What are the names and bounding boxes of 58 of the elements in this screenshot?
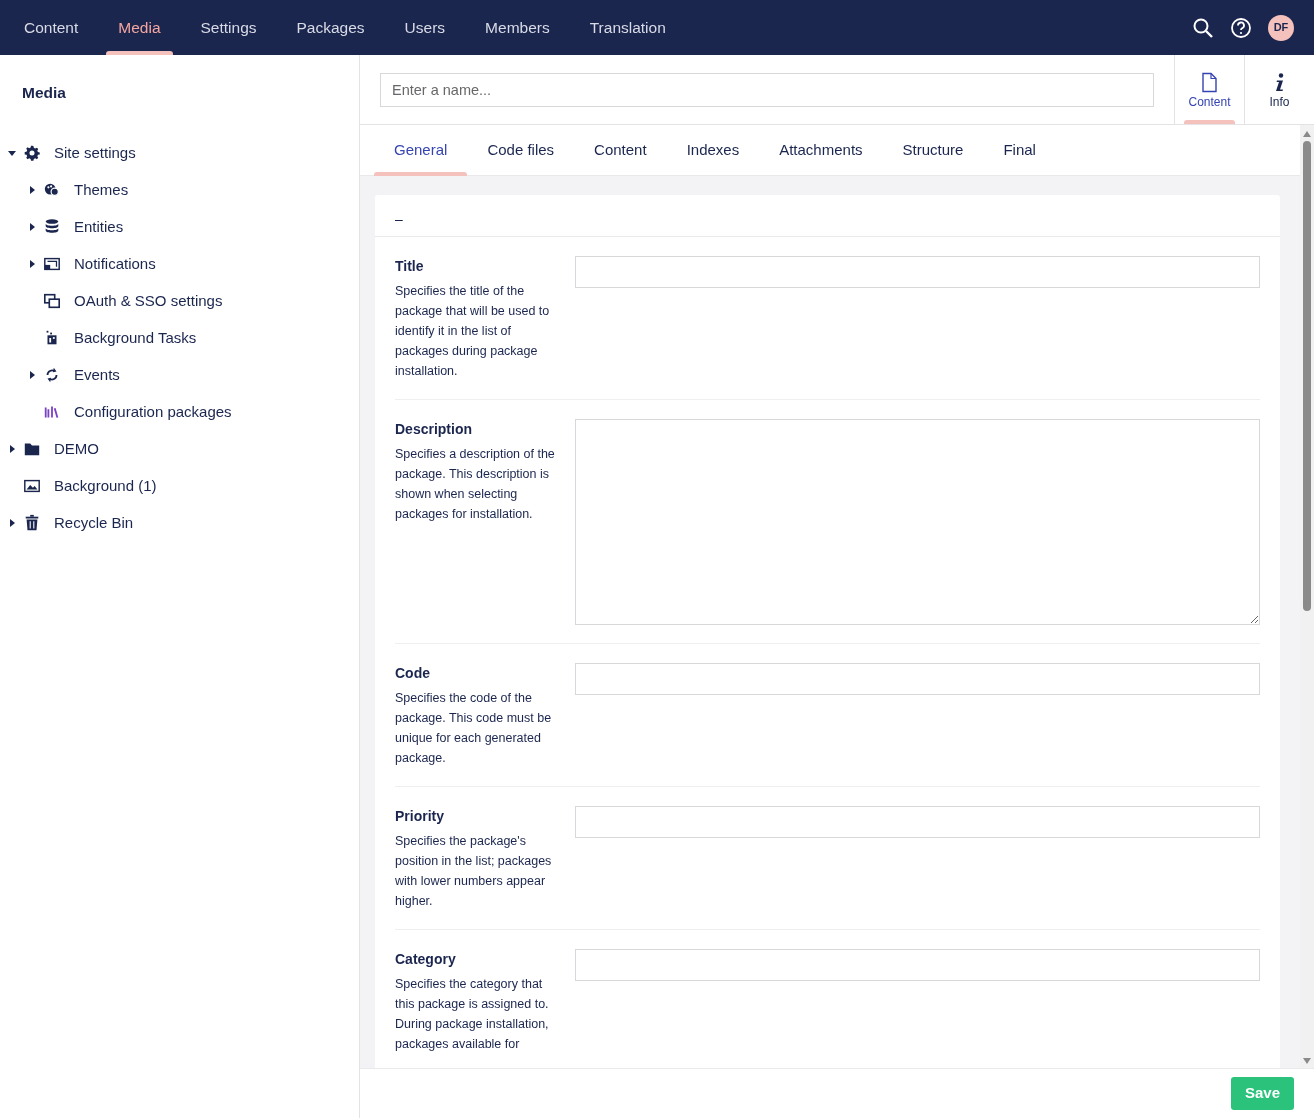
windows-icon xyxy=(42,291,62,310)
field-description: Specifies the title of the package that will be used to identify it in the list of packages during package installation. xyxy=(395,283,551,380)
caret-icon[interactable] xyxy=(8,518,16,527)
tree-item[interactable]: DEMO xyxy=(54,437,99,460)
field-description: Specifies a description of the package. This description is shown when selecting packages for installation. xyxy=(395,446,556,523)
input-field[interactable] xyxy=(575,663,1260,695)
caret-icon[interactable] xyxy=(28,185,36,194)
field-label: Category xyxy=(395,950,457,969)
tree-item[interactable]: Events xyxy=(74,363,120,386)
group-header: – xyxy=(375,195,1280,237)
caret-icon[interactable] xyxy=(8,444,16,453)
textarea-field[interactable] xyxy=(575,419,1260,625)
scroll-down-icon xyxy=(1303,1058,1311,1064)
sidebar-title: Media xyxy=(21,83,67,103)
content-tab[interactable]: General xyxy=(374,125,468,175)
field-label: Description xyxy=(395,420,473,439)
tree-item[interactable]: Site settings xyxy=(54,141,136,164)
section-tab[interactable]: Content xyxy=(4,0,99,55)
content-tab[interactable]: Content xyxy=(574,125,667,175)
field-label: Title xyxy=(395,257,425,276)
content-tab[interactable]: Attachments xyxy=(759,125,883,175)
tree-item[interactable]: Background (1) xyxy=(54,474,157,497)
content-tab[interactable]: Final xyxy=(983,125,1056,175)
tree-item[interactable]: Themes xyxy=(74,178,129,201)
search-icon xyxy=(1192,16,1214,39)
tree-item[interactable]: Background Tasks xyxy=(74,326,197,349)
field-description: Specifies the package's position in the list; packages with lower numbers appear higher. xyxy=(395,833,553,910)
field-label: Priority xyxy=(395,807,445,826)
scroll-up-icon xyxy=(1303,131,1311,137)
field-description: Specifies the code of the package. This code must be unique for each generated package. xyxy=(395,690,553,767)
gear-icon xyxy=(22,143,42,162)
field-label: Code xyxy=(395,664,431,683)
field-description: Specifies the category that this package is assigned to. During package installation, packages available for xyxy=(395,976,550,1053)
caret-icon[interactable] xyxy=(8,148,16,157)
input-field[interactable] xyxy=(575,949,1260,981)
section-tab[interactable]: Media xyxy=(98,0,181,55)
user-avatar[interactable]: DF xyxy=(1268,14,1294,41)
tree-item[interactable]: Configuration packages xyxy=(74,400,232,423)
section-tab[interactable]: Users xyxy=(384,0,466,55)
caret-icon[interactable] xyxy=(28,370,36,379)
name-field[interactable]: Enter a name... xyxy=(380,73,1154,107)
content-tab[interactable]: Code files xyxy=(467,125,575,175)
caret-icon[interactable] xyxy=(28,222,36,231)
document-icon xyxy=(1201,71,1218,93)
content-tab[interactable]: Structure xyxy=(882,125,984,175)
section-tab[interactable]: Packages xyxy=(276,0,385,55)
input-field[interactable] xyxy=(575,806,1260,838)
tree-item[interactable]: Recycle Bin xyxy=(54,511,134,534)
tree-item[interactable]: Notifications xyxy=(74,252,156,275)
help-icon xyxy=(1230,16,1252,39)
section-tab[interactable]: Translation xyxy=(569,0,686,55)
tree-item[interactable]: Entities xyxy=(74,215,124,238)
section-tab[interactable]: Members xyxy=(465,0,570,55)
section-tab[interactable]: Settings xyxy=(180,0,277,55)
input-field[interactable] xyxy=(575,256,1260,288)
content-tab[interactable]: Indexes xyxy=(666,125,760,175)
tree-item[interactable]: OAuth & SSO settings xyxy=(74,289,223,312)
caret-icon[interactable] xyxy=(28,259,36,268)
